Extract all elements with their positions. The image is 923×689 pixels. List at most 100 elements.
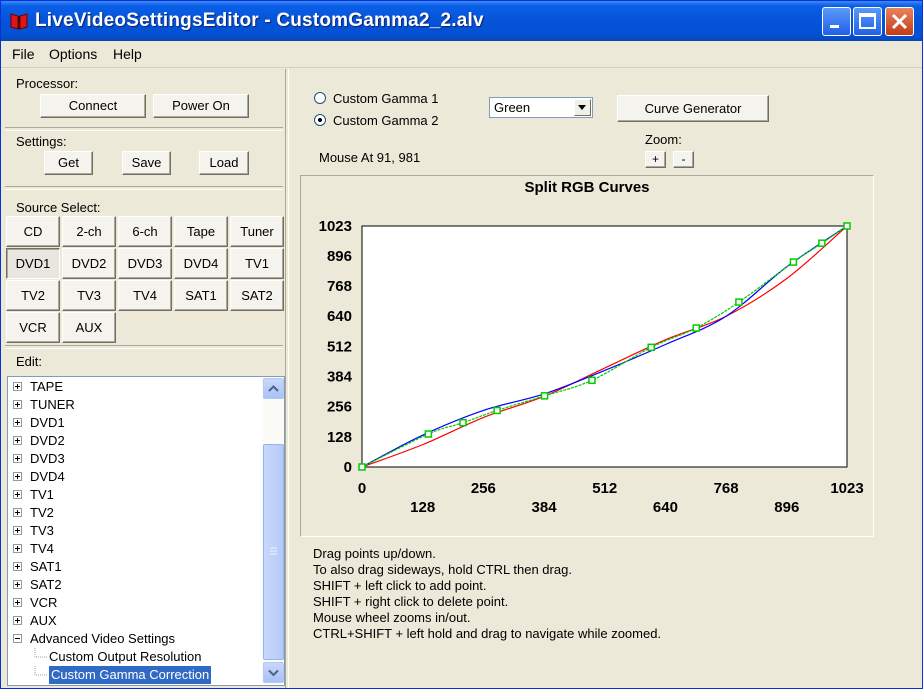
source-button-dvd4[interactable]: DVD4: [174, 248, 228, 279]
curve-control-point[interactable]: [540, 392, 549, 400]
source-button-dvd1[interactable]: DVD1: [6, 248, 60, 279]
channel-dropdown[interactable]: Green: [489, 97, 593, 118]
channel-value: Green: [494, 100, 531, 115]
tree-item[interactable]: TV4: [30, 540, 54, 558]
minimize-icon: [830, 25, 839, 28]
curve-control-point[interactable]: [424, 430, 433, 438]
curve-control-point[interactable]: [647, 343, 655, 352]
curve-control-point[interactable]: [818, 239, 826, 247]
tree-item[interactable]: DVD2: [30, 432, 65, 450]
source-button-cd[interactable]: CD: [6, 216, 60, 247]
tree-item[interactable]: TV1: [30, 486, 54, 504]
tree-item[interactable]: SAT2: [30, 576, 62, 594]
custom-gamma-1-radio[interactable]: [314, 92, 326, 104]
dropdown-arrow-button[interactable]: [574, 99, 591, 116]
tree-item[interactable]: SAT1: [30, 558, 62, 576]
source-button-dvd3[interactable]: DVD3: [118, 248, 172, 279]
caret-down-icon: [578, 105, 586, 110]
title-bar[interactable]: LiveVideoSettingsEditor - CustomGamma2_2…: [1, 1, 922, 41]
menu-options[interactable]: Options: [49, 46, 97, 62]
curve-control-point[interactable]: [493, 406, 501, 415]
source-button-sat2[interactable]: SAT2: [230, 280, 284, 311]
tree-expand-icon[interactable]: [13, 490, 22, 499]
zoom-out-button[interactable]: -: [673, 151, 694, 168]
tree-item[interactable]: TV3: [30, 522, 54, 540]
tree-item[interactable]: TUNER: [30, 396, 75, 414]
menu-help[interactable]: Help: [113, 46, 142, 62]
settings-label: Settings:: [16, 134, 67, 149]
tree-expand-icon[interactable]: [13, 544, 22, 553]
menu-file[interactable]: File: [12, 46, 35, 62]
source-button-aux[interactable]: AUX: [62, 312, 116, 343]
curve-control-point[interactable]: [358, 463, 366, 471]
tree-expand-icon[interactable]: [13, 598, 22, 607]
source-button-tuner[interactable]: Tuner: [230, 216, 284, 247]
tree-expand-icon[interactable]: [13, 562, 22, 571]
tree-item[interactable]: DVD4: [30, 468, 65, 486]
custom-gamma-2-radio[interactable]: [314, 114, 326, 126]
source-button-6-ch[interactable]: 6-ch: [118, 216, 172, 247]
tree-expand-icon[interactable]: [13, 454, 22, 463]
load-button[interactable]: Load: [199, 151, 249, 175]
tree-collapse-icon[interactable]: [13, 634, 22, 643]
tree-scrollbar[interactable]: [262, 378, 284, 684]
scroll-thumb[interactable]: [263, 444, 284, 660]
tree-item[interactable]: DVD1: [30, 414, 65, 432]
x-tick-label: 1023: [830, 480, 863, 497]
tree-expand-icon[interactable]: [13, 616, 22, 625]
tree-expand-icon[interactable]: [13, 526, 22, 535]
source-button-tv4[interactable]: TV4: [118, 280, 172, 311]
tree-item[interactable]: Custom Output Resolution: [49, 648, 201, 666]
close-icon: [891, 13, 908, 30]
source-button-sat1[interactable]: SAT1: [174, 280, 228, 311]
tree-item[interactable]: Custom Gamma Correction: [49, 666, 212, 684]
divider: [5, 186, 283, 190]
settings-tree[interactable]: TAPE TUNER DVD1 DVD2 DVD3 DVD4 TV1 TV2 TV3 TV4 SAT…: [7, 376, 285, 686]
curve-control-point[interactable]: [588, 376, 596, 385]
panel-splitter[interactable]: [285, 69, 289, 688]
curve-control-point[interactable]: [692, 324, 700, 332]
tree-item[interactable]: AUX: [30, 612, 57, 630]
maximize-button[interactable]: [853, 7, 882, 36]
save-button[interactable]: Save: [122, 151, 171, 175]
source-button-tape[interactable]: Tape: [174, 216, 228, 247]
curve-control-point[interactable]: [735, 298, 743, 306]
scroll-down-button[interactable]: [263, 662, 284, 683]
curve-control-point[interactable]: [843, 222, 851, 230]
tree-expand-icon[interactable]: [13, 472, 22, 481]
y-tick-label: 384: [327, 369, 353, 386]
tree-expand-icon[interactable]: [13, 418, 22, 427]
source-button-vcr[interactable]: VCR: [6, 312, 60, 343]
power-on-button[interactable]: Power On: [153, 94, 249, 118]
source-button-dvd2[interactable]: DVD2: [62, 248, 116, 279]
x-tick-label: 768: [714, 480, 739, 497]
close-button[interactable]: [885, 7, 914, 36]
scroll-up-button[interactable]: [263, 378, 284, 399]
zoom-in-button[interactable]: +: [645, 151, 666, 168]
tree-expand-icon[interactable]: [13, 400, 22, 409]
minimize-button[interactable]: [822, 7, 851, 36]
source-button-tv1[interactable]: TV1: [230, 248, 284, 279]
app-book-icon: [10, 13, 28, 30]
gamma-curve-chart[interactable]: 0 128 256 384 512 640 768 896 1023 0 128 256 384 512 6…: [301, 176, 873, 536]
custom-gamma-1-label[interactable]: Custom Gamma 1: [333, 91, 438, 106]
gamma-chart-panel: Split RGB Curves 0 128 256 384 512 640 768 896 1…: [300, 175, 874, 537]
get-button[interactable]: Get: [44, 151, 93, 175]
curve-control-point[interactable]: [789, 258, 798, 266]
tree-expand-icon[interactable]: [13, 508, 22, 517]
curve-generator-button[interactable]: Curve Generator: [617, 95, 769, 122]
tree-expand-icon[interactable]: [13, 580, 22, 589]
curve-control-point[interactable]: [459, 418, 467, 427]
tree-expand-icon[interactable]: [13, 436, 22, 445]
source-button-2-ch[interactable]: 2-ch: [62, 216, 116, 247]
source-button-tv3[interactable]: TV3: [62, 280, 116, 311]
connect-button[interactable]: Connect: [40, 94, 146, 118]
tree-item[interactable]: DVD3: [30, 450, 65, 468]
tree-item[interactable]: VCR: [30, 594, 57, 612]
source-button-tv2[interactable]: TV2: [6, 280, 60, 311]
tree-item[interactable]: TV2: [30, 504, 54, 522]
tree-item[interactable]: Advanced Video Settings: [30, 630, 175, 648]
custom-gamma-2-label[interactable]: Custom Gamma 2: [333, 113, 438, 128]
tree-expand-icon[interactable]: [13, 382, 22, 391]
tree-item[interactable]: TAPE: [30, 378, 63, 396]
